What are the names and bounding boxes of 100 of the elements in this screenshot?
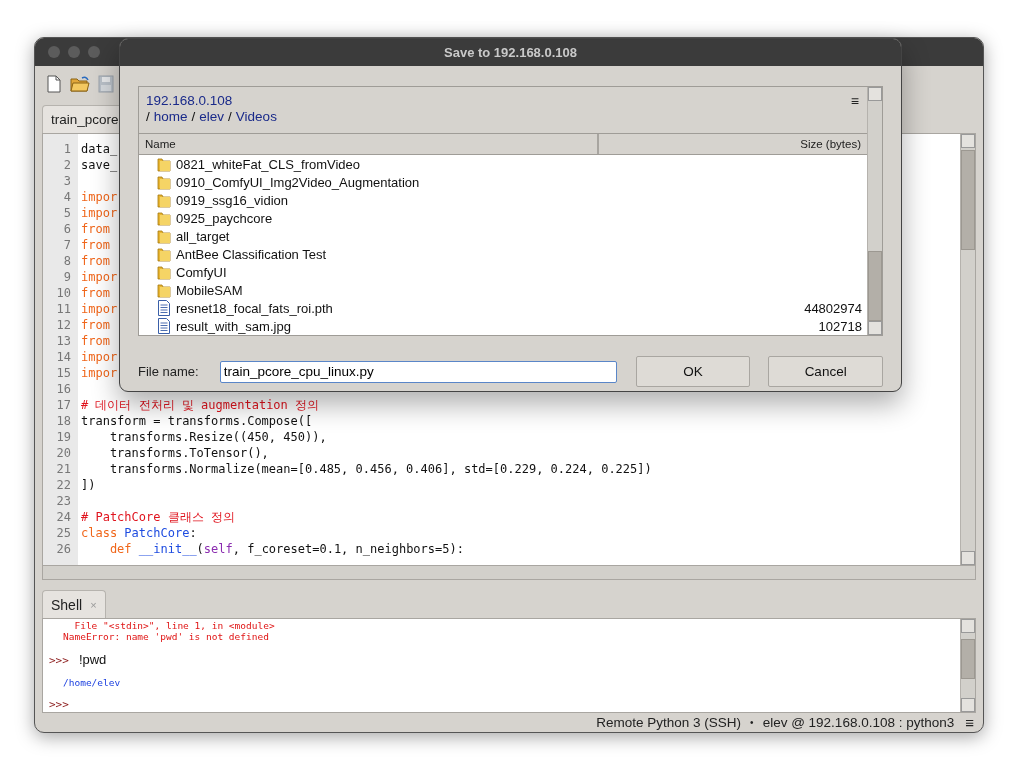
connection-label[interactable]: elev @ 192.168.0.108 : python3 [762,715,955,730]
line-number: 1 [62,141,72,157]
line-number: 16 [55,381,72,397]
line-number: 14 [55,349,72,365]
line-number: 9 [62,269,72,285]
code-line: from [81,318,110,332]
code-line: transform = transforms.Compose([ [81,414,313,428]
scrollbar[interactable] [960,619,975,712]
error-text: File "<stdin>", line 1, in <module> [73,620,276,631]
menu-icon[interactable]: ≡ [850,93,859,133]
code-line: from [81,286,110,300]
line-number: 8 [62,253,72,269]
ok-button[interactable]: OK [635,356,751,387]
line-number: 22 [55,477,72,493]
file-size: 102718 [818,318,862,334]
code-line: ]) [81,478,96,492]
file-name[interactable]: MobileSAM [176,282,862,298]
output-text: /home/elev [62,677,122,688]
line-number: 15 [55,365,72,381]
file-size: 44802974 [804,300,862,316]
folder-icon [157,282,171,298]
line-number: 24 [55,509,72,525]
window-control[interactable] [88,46,100,58]
folder-icon [157,246,171,262]
document-icon [157,300,171,316]
window-control[interactable] [68,46,80,58]
code-line: from [81,222,110,236]
line-number: 19 [55,429,72,445]
cancel-button[interactable]: Cancel [768,356,883,387]
save-icon[interactable] [98,75,114,93]
code-line: class PatchCore: [81,526,197,540]
file-name[interactable]: AntBee Classification Test [176,246,862,262]
separator-dot: • [750,717,754,728]
host-label[interactable]: 192.168.0.108 [146,93,277,108]
code-line: from [81,334,110,348]
scrollbar[interactable] [960,134,975,565]
new-file-icon[interactable] [46,75,62,93]
file-name[interactable]: 0910_ComfyUI_Img2Video_Augmentation [176,174,862,190]
column-header[interactable]: Size (bytes) [599,134,867,154]
code-line: transforms.ToTensor(), [108,446,269,460]
folder-icon [157,264,171,280]
line-number: 26 [55,541,72,557]
file-name-field[interactable]: train_pcore_cpu_linux.py [219,360,617,383]
file-name[interactable]: 0821_whiteFat_CLS_fromVideo [176,156,862,172]
code-line: impor [81,270,118,284]
shell-tab[interactable]: Shell × [42,590,106,618]
line-number: 23 [55,493,72,509]
dialog-title: Save to 192.168.0.108 [120,39,901,66]
open-folder-icon[interactable] [70,75,90,93]
line-number: 5 [62,205,72,221]
code-line: transforms.Resize((450, 450)), [108,430,327,444]
path-separator: / [191,109,196,124]
file-name[interactable]: result_with_sam.jpg [176,318,814,334]
code-line: # 데이터 전처리 및 augmentation 정의 [81,398,320,412]
path-link[interactable]: elev [199,109,225,124]
line-number: 17 [55,397,72,413]
file-name[interactable]: resnet18_focal_fats_roi.pth [176,300,800,316]
file-name[interactable]: 0919_ssg16_vidion [176,192,862,208]
line-number: 4 [62,189,72,205]
code-line: save_ [81,158,118,172]
path-separator: / [228,109,232,124]
prompt: >>> [49,698,69,711]
code-line: transforms.Normalize(mean=[0.485, 0.456, 0.406], std=[0.229, 0.224, 0.225]) [108,462,652,476]
path-link[interactable]: Videos [235,109,277,124]
column-header[interactable]: Name [139,134,599,154]
line-number: 12 [55,317,72,333]
line-number: 11 [55,301,72,317]
line-number: 6 [62,221,72,237]
scrollbar[interactable] [42,566,976,580]
code-line: impor [81,206,118,220]
folder-icon [157,210,171,226]
code-line: data_ [81,142,118,156]
code-line: # PatchCore 클래스 정의 [81,510,235,524]
folder-icon [157,156,171,172]
file-name[interactable]: ComfyUI [176,264,862,280]
file-name[interactable]: all_target [176,228,862,244]
prompt: >>> [49,654,69,667]
line-number: 20 [55,445,72,461]
line-number: 10 [55,285,72,301]
line-number: 18 [55,413,72,429]
folder-icon [157,228,171,244]
menu-icon[interactable]: ≡ [965,714,974,731]
field-label: File name: [138,364,200,379]
code-line: impor [81,190,118,204]
code-line: impor [81,366,118,380]
path-link[interactable]: home [153,109,188,124]
window-control[interactable] [48,46,60,58]
folder-icon [157,174,171,190]
scrollbar[interactable] [867,87,882,335]
line-number: 13 [55,333,72,349]
command-text: !pwd [78,652,107,667]
folder-icon [157,192,171,208]
code-line: impor [81,302,118,316]
path-separator: / [146,109,150,124]
shell-tab-label: Shell [51,596,83,613]
interpreter-label[interactable]: Remote Python 3 (SSH) [596,715,742,730]
line-number: 21 [55,461,72,477]
line-number: 7 [62,237,72,253]
file-name[interactable]: 0925_paychcore [176,210,862,226]
code-line: from [81,238,110,252]
